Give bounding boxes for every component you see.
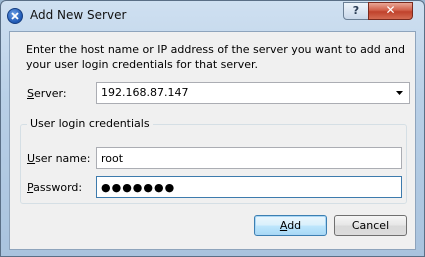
server-label-rest: erver: — [33, 87, 67, 100]
add-new-server-dialog: Add New Server ? ✕ Enter the host name o… — [0, 0, 425, 257]
username-label-rest: ser name: — [35, 152, 91, 165]
password-label-rest: assword: — [33, 181, 83, 194]
server-value: 192.168.87.147 — [101, 86, 189, 99]
title-bar[interactable]: Add New Server ? ✕ — [1, 1, 424, 31]
dialog-body: Enter the host name or IP address of the… — [9, 31, 416, 250]
password-label: Password: — [27, 181, 82, 194]
add-button[interactable]: Add — [254, 215, 327, 236]
app-icon — [7, 8, 23, 24]
help-button[interactable]: ? — [343, 2, 369, 20]
server-combobox[interactable]: 192.168.87.147 — [96, 82, 410, 104]
cancel-button[interactable]: Cancel — [334, 215, 407, 236]
username-label: User name: — [27, 152, 90, 165]
username-field[interactable] — [96, 147, 402, 169]
intro-text: Enter the host name or IP address of the… — [26, 43, 405, 71]
server-label-mnemonic: S — [27, 87, 34, 100]
password-field[interactable] — [96, 176, 402, 198]
dropdown-arrow-icon[interactable] — [391, 84, 407, 102]
add-button-rest: dd — [287, 219, 302, 232]
window-title: Add New Server — [30, 8, 127, 22]
credentials-group-title: User login credentials — [27, 117, 153, 130]
close-button[interactable]: ✕ — [368, 2, 413, 20]
username-label-mnemonic: U — [27, 152, 36, 165]
server-label: Server: — [27, 87, 67, 100]
